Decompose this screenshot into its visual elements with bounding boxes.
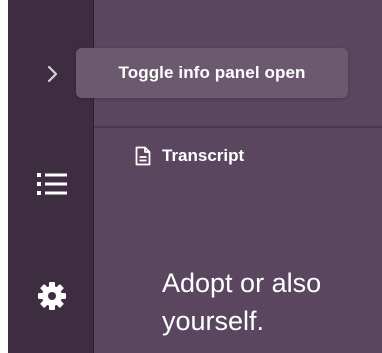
document-icon xyxy=(135,146,151,166)
gear-icon xyxy=(38,282,66,310)
table-of-contents-button[interactable] xyxy=(30,164,74,204)
toggle-info-panel-button[interactable] xyxy=(34,56,70,92)
tooltip-text: Toggle info panel open xyxy=(118,63,306,82)
list-icon xyxy=(37,173,67,195)
settings-button[interactable] xyxy=(32,276,72,316)
toggle-info-panel-tooltip: Toggle info panel open xyxy=(76,48,348,98)
transcript-text: Adopt or also yourself. xyxy=(162,268,322,336)
transcript-title: Transcript xyxy=(162,146,245,165)
transcript-heading: Transcript xyxy=(134,146,244,166)
app-frame: Transcript Adopt or also yourself. Toggl… xyxy=(0,0,382,353)
chevron-right-icon xyxy=(47,65,58,83)
